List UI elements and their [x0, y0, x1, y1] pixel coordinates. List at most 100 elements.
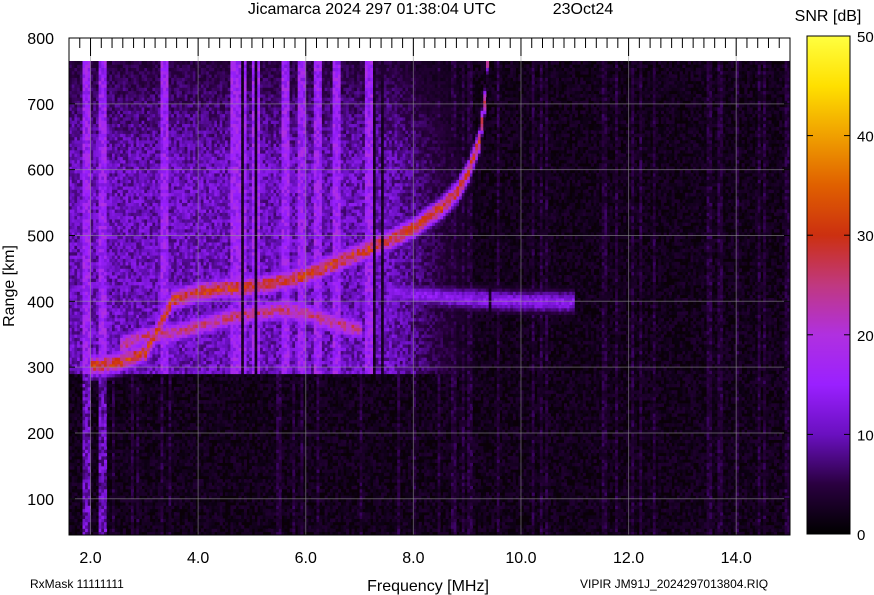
heatmap-cell — [128, 229, 131, 233]
heatmap-cell — [150, 255, 153, 259]
heatmap-cell — [152, 469, 155, 473]
heatmap-cell — [99, 502, 102, 506]
heatmap-cell — [131, 236, 134, 240]
heatmap-cell — [99, 147, 102, 151]
heatmap-cell — [72, 107, 75, 111]
heatmap-cell — [104, 170, 107, 174]
heatmap-cell — [117, 74, 120, 78]
heatmap-cell — [139, 189, 142, 193]
heatmap-cell — [115, 288, 118, 292]
heatmap-cell — [104, 486, 107, 490]
heatmap-cell — [120, 482, 123, 486]
heatmap-cell — [74, 324, 77, 328]
heatmap-cell — [96, 476, 99, 480]
heatmap-cell — [93, 449, 96, 453]
heatmap-cell — [77, 499, 80, 503]
heatmap-cell — [158, 114, 161, 118]
heatmap-cell — [101, 265, 104, 269]
heatmap-cell — [158, 216, 161, 220]
heatmap-cell — [115, 338, 118, 342]
heatmap-cell — [144, 407, 147, 411]
heatmap-cell — [161, 87, 164, 91]
heatmap-cell — [128, 354, 131, 358]
heatmap-cell — [144, 91, 147, 95]
heatmap-cell — [144, 104, 147, 108]
heatmap-cell — [131, 489, 134, 493]
heatmap-cell — [144, 87, 147, 91]
heatmap-cell — [77, 308, 80, 312]
heatmap-cell — [126, 436, 129, 440]
heatmap-cell — [77, 130, 80, 134]
heatmap-cell — [144, 351, 147, 355]
heatmap-cell — [101, 130, 104, 134]
heatmap-cell — [72, 321, 75, 325]
heatmap-cell — [93, 64, 96, 68]
heatmap-cell — [131, 301, 134, 305]
heatmap-cell — [161, 311, 164, 315]
heatmap-cell — [117, 301, 120, 305]
heatmap-cell — [128, 466, 131, 470]
heatmap-cell — [123, 291, 126, 295]
heatmap-cell — [104, 397, 107, 401]
heatmap-cell — [144, 479, 147, 483]
heatmap-cell — [77, 469, 80, 473]
heatmap-cell — [101, 505, 104, 509]
heatmap-cell — [107, 436, 110, 440]
heatmap-cell — [134, 341, 137, 345]
heatmap-cell — [155, 301, 158, 305]
heatmap-cell — [131, 81, 134, 85]
heatmap-cell — [77, 331, 80, 335]
heatmap-cell — [142, 413, 145, 417]
heatmap-cell — [107, 278, 110, 282]
heatmap-cell — [117, 117, 120, 121]
heatmap-cell — [85, 305, 88, 309]
heatmap-cell — [126, 61, 129, 65]
heatmap-cell — [150, 489, 153, 493]
heatmap-cell — [74, 423, 77, 427]
heatmap-cell — [163, 357, 166, 361]
heatmap-cell — [152, 173, 155, 177]
heatmap-cell — [80, 229, 83, 233]
heatmap-cell — [115, 160, 118, 164]
heatmap-cell — [163, 446, 166, 450]
heatmap-cell — [142, 479, 145, 483]
heatmap-cell — [150, 341, 153, 345]
heatmap-cell — [72, 285, 75, 289]
heatmap-cell — [77, 305, 80, 309]
heatmap-cell — [128, 216, 131, 220]
heatmap-cell — [150, 87, 153, 91]
heatmap-cell — [150, 160, 153, 164]
heatmap-cell — [80, 479, 83, 483]
heatmap-cell — [72, 380, 75, 384]
heatmap-cell — [80, 351, 83, 355]
heatmap-cell — [155, 252, 158, 256]
heatmap-cell — [80, 305, 83, 309]
heatmap-cell — [104, 206, 107, 210]
heatmap-cell — [80, 324, 83, 328]
heatmap-cell — [99, 374, 102, 378]
heatmap-cell — [155, 469, 158, 473]
heatmap-cell — [128, 347, 131, 351]
heatmap-cell — [169, 466, 172, 470]
heatmap-cell — [169, 512, 172, 516]
heatmap-cell — [155, 249, 158, 253]
heatmap-cell — [115, 186, 118, 190]
heatmap-cell — [158, 420, 161, 424]
heatmap-cell — [112, 78, 115, 82]
heatmap-cell — [85, 282, 88, 286]
heatmap-cell — [134, 242, 137, 246]
heatmap-cell — [80, 193, 83, 197]
heatmap-cell — [74, 440, 77, 444]
heatmap-cell — [112, 505, 115, 509]
heatmap-cell — [104, 466, 107, 470]
heatmap-cell — [128, 321, 131, 325]
heatmap-cell — [128, 278, 131, 282]
heatmap-cell — [115, 236, 118, 240]
heatmap-cell — [139, 285, 142, 289]
heatmap-cell — [152, 61, 155, 65]
heatmap-cell — [101, 407, 104, 411]
heatmap-cell — [99, 71, 102, 75]
heatmap-cell — [150, 420, 153, 424]
heatmap-cell — [134, 157, 137, 161]
heatmap-cell — [142, 186, 145, 190]
